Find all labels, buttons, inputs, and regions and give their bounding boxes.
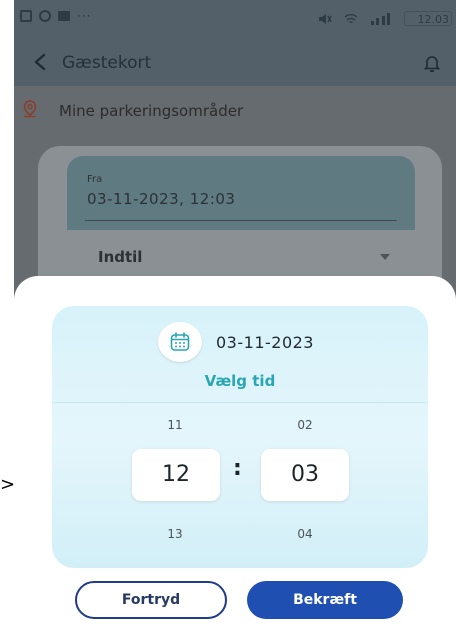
status-bar: ··· 12.03 — [14, 0, 456, 40]
app-bar: Gæstekort — [14, 40, 456, 86]
image-icon — [58, 11, 70, 21]
back-arrow-icon[interactable] — [32, 53, 48, 71]
clock-text: 12.03 — [417, 13, 450, 26]
field-underline — [85, 220, 397, 221]
from-label: Fra — [87, 174, 103, 185]
more-notifications-icon: ··· — [77, 9, 92, 23]
confirm-button[interactable]: Bekræft — [247, 581, 403, 619]
notification-icon — [20, 10, 32, 22]
time-separator: : — [233, 456, 242, 481]
location-pin-icon — [23, 100, 37, 118]
annotation-arrow-marker: > — [0, 474, 16, 495]
phone-screen: ··· 12.03 Gæstekort Mine parkeringsområd… — [14, 0, 456, 629]
hour-prev[interactable]: 11 — [145, 418, 205, 432]
dropdown-arrow-icon[interactable] — [380, 254, 390, 260]
divider — [52, 402, 428, 403]
battery-indicator: 12.03 — [404, 11, 452, 26]
time-picker-sheet: 03-11-2023 Vælg tid 11 02 12 : 03 13 04 … — [14, 276, 456, 629]
hour-selected[interactable]: 12 — [132, 449, 220, 501]
choose-time-label: Vælg tid — [204, 372, 276, 390]
from-value: 03-11-2023, 12:03 — [87, 190, 236, 208]
minute-selected[interactable]: 03 — [261, 449, 349, 501]
status-icons-right: 12.03 — [318, 11, 452, 26]
until-field[interactable]: Indtil — [98, 248, 142, 266]
time-picker: 03-11-2023 Vælg tid 11 02 12 : 03 13 04 — [52, 306, 428, 568]
cancel-button[interactable]: Fortryd — [75, 581, 227, 619]
calendar-button[interactable] — [158, 322, 202, 362]
signal-icon — [371, 12, 390, 25]
sync-icon — [39, 10, 51, 22]
status-icons-left: ··· — [20, 9, 91, 23]
from-field[interactable]: Fra 03-11-2023, 12:03 — [67, 156, 415, 230]
mute-icon — [319, 13, 332, 24]
calendar-icon — [170, 332, 190, 351]
date-row: 03-11-2023 — [52, 320, 428, 364]
hour-next[interactable]: 13 — [145, 527, 205, 541]
selected-date[interactable]: 03-11-2023 — [216, 333, 314, 352]
minute-next[interactable]: 04 — [275, 527, 335, 541]
wifi-icon — [344, 13, 358, 23]
bell-icon[interactable] — [424, 54, 440, 72]
section-title: Mine parkeringsområder — [59, 102, 244, 120]
minute-prev[interactable]: 02 — [275, 418, 335, 432]
page-title: Gæstekort — [62, 53, 152, 73]
